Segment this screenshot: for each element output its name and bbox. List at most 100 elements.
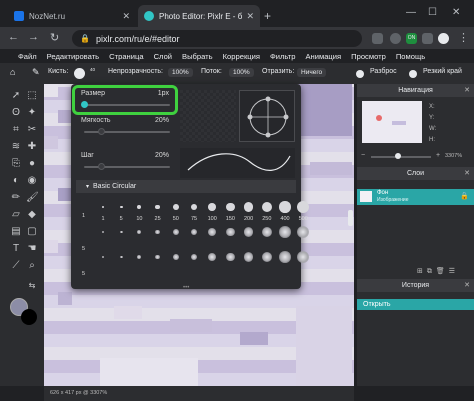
- wand-tool-icon[interactable]: ✦: [26, 107, 38, 119]
- size-slider-track[interactable]: [84, 104, 170, 106]
- zoom-tool-icon[interactable]: ⌕: [26, 260, 38, 272]
- softness-slider-track[interactable]: [84, 131, 170, 133]
- lasso-tool-icon[interactable]: ʘ: [10, 107, 22, 119]
- brush-preset[interactable]: [279, 201, 291, 213]
- bookmark-star-icon[interactable]: [390, 33, 401, 44]
- close-panel-icon[interactable]: ✕: [464, 279, 470, 292]
- reflect-select[interactable]: Ничего: [297, 68, 327, 77]
- arrange-tool-icon[interactable]: ➚: [10, 90, 22, 102]
- brush-angle-preview[interactable]: [239, 90, 295, 142]
- reload-icon[interactable]: ↻: [50, 31, 59, 44]
- zoom-in-icon[interactable]: +: [436, 152, 440, 159]
- brush-preset[interactable]: [243, 227, 254, 237]
- extensions-puzzle-icon[interactable]: [422, 33, 433, 44]
- sharp-edge-toggle[interactable]: [409, 70, 417, 78]
- liquify-tool-icon[interactable]: ≋: [10, 141, 22, 153]
- pencil-tool-icon[interactable]: ✏: [10, 192, 22, 204]
- address-input[interactable]: 🔒 pixlr.com/ru/e/#editor: [72, 30, 362, 47]
- canvas-scrollbar[interactable]: [348, 210, 353, 226]
- history-item-open[interactable]: Открыть: [357, 299, 474, 310]
- step-slider-track[interactable]: [84, 166, 170, 168]
- layer-menu-icon[interactable]: ☰: [449, 268, 459, 275]
- menu-animation[interactable]: Анимация: [305, 52, 341, 61]
- home-icon[interactable]: ⌂: [10, 67, 15, 77]
- browser-tab-pixlr[interactable]: Photo Editor: Pixlr E - бесплатн ✕: [138, 5, 260, 27]
- brush-preset[interactable]: [243, 252, 254, 262]
- menu-page[interactable]: Страница: [109, 52, 143, 61]
- back-icon[interactable]: ←: [8, 31, 19, 43]
- browser-menu-icon[interactable]: ⋮: [458, 31, 469, 44]
- eyedropper-tool-icon[interactable]: ⟋: [10, 260, 22, 272]
- brush-preset[interactable]: [226, 252, 235, 262]
- menu-file[interactable]: Файл: [18, 52, 37, 61]
- heal-tool-icon[interactable]: ✚: [26, 141, 38, 153]
- sponge-tool-icon[interactable]: ◉: [26, 175, 38, 187]
- close-panel-icon[interactable]: ✕: [464, 167, 470, 180]
- close-window-icon[interactable]: ✕: [452, 7, 460, 18]
- extension-badge-icon[interactable]: ON: [406, 33, 417, 44]
- delete-layer-icon[interactable]: 🗑: [436, 268, 449, 275]
- resize-grip-icon[interactable]: •••: [183, 285, 189, 291]
- maximize-icon[interactable]: ☐: [428, 7, 437, 18]
- add-layer-icon[interactable]: ⊞: [417, 268, 427, 275]
- brush-icon[interactable]: 🖌: [26, 192, 39, 204]
- close-tab-icon[interactable]: ✕: [246, 11, 254, 22]
- share-icon[interactable]: [372, 33, 383, 44]
- brush-preset[interactable]: [102, 231, 104, 233]
- menu-edit[interactable]: Редактировать: [47, 52, 99, 61]
- brush-preset[interactable]: [279, 226, 291, 238]
- duplicate-layer-icon[interactable]: ⧉: [427, 268, 436, 275]
- brush-preset[interactable]: [172, 254, 179, 260]
- brush-preset[interactable]: [208, 203, 217, 211]
- fill-tool-icon[interactable]: ◆: [26, 209, 38, 221]
- menu-adjust[interactable]: Коррекция: [223, 52, 260, 61]
- secondary-color-swatch[interactable]: [21, 309, 37, 325]
- brush-preset[interactable]: [226, 202, 235, 212]
- flow-select[interactable]: 100%: [229, 68, 254, 77]
- opacity-select[interactable]: 100%: [168, 68, 193, 77]
- brush-preset[interactable]: [279, 251, 291, 263]
- brush-preset[interactable]: [208, 228, 217, 236]
- swap-colors-icon[interactable]: ⇆: [26, 280, 38, 292]
- brush-preview[interactable]: [74, 68, 85, 79]
- clone-tool-icon[interactable]: ⎘: [10, 158, 22, 170]
- lock-icon[interactable]: 🔒: [460, 192, 469, 200]
- text-tool-icon[interactable]: T: [10, 243, 22, 255]
- brush-preset[interactable]: [172, 204, 179, 210]
- shape-tool-icon[interactable]: ▢: [26, 226, 38, 238]
- blur-tool-icon[interactable]: ●: [26, 158, 38, 170]
- brush-preset[interactable]: [102, 206, 104, 208]
- close-tab-icon[interactable]: ✕: [122, 11, 130, 22]
- new-tab-button[interactable]: +: [264, 9, 271, 23]
- size-slider-knob[interactable]: [81, 101, 88, 108]
- brush-preset[interactable]: [208, 253, 217, 261]
- close-panel-icon[interactable]: ✕: [464, 84, 470, 97]
- menu-select[interactable]: Выбрать: [182, 52, 213, 61]
- preset-section-header[interactable]: ▾ Basic Circular: [76, 180, 296, 193]
- brush-preset[interactable]: [226, 227, 235, 237]
- brush-preset[interactable]: [172, 229, 179, 235]
- zoom-slider-track[interactable]: [371, 156, 431, 158]
- menu-layer[interactable]: Слой: [154, 52, 172, 61]
- layer-row-background[interactable]: Фон Изображение 🔒: [357, 189, 474, 205]
- brush-preset[interactable]: [102, 256, 104, 258]
- scatter-toggle[interactable]: [356, 70, 364, 78]
- zoom-slider-knob[interactable]: [395, 153, 401, 159]
- gradient-tool-icon[interactable]: ▤: [10, 226, 22, 238]
- profile-avatar-icon[interactable]: [438, 33, 449, 44]
- menu-view[interactable]: Просмотр: [351, 52, 386, 61]
- hand-tool-icon[interactable]: ☚: [26, 243, 38, 255]
- zoom-out-icon[interactable]: −: [361, 152, 365, 159]
- brush-preset[interactable]: [243, 202, 254, 212]
- cutout-tool-icon[interactable]: ✂: [26, 124, 38, 136]
- browser-tab-noznet[interactable]: NozNet.ru ✕: [8, 5, 136, 27]
- marquee-tool-icon[interactable]: ⬚: [26, 90, 38, 102]
- navigator-thumbnail[interactable]: [362, 101, 422, 143]
- menu-filter[interactable]: Фильтр: [270, 52, 296, 61]
- minimize-icon[interactable]: —: [406, 7, 416, 18]
- eraser-tool-icon[interactable]: ▱: [10, 209, 22, 221]
- crop-tool-icon[interactable]: ⌗: [10, 124, 22, 136]
- dodge-tool-icon[interactable]: ◐: [10, 175, 22, 187]
- menu-help[interactable]: Помощь: [396, 52, 425, 61]
- forward-icon[interactable]: →: [28, 31, 39, 43]
